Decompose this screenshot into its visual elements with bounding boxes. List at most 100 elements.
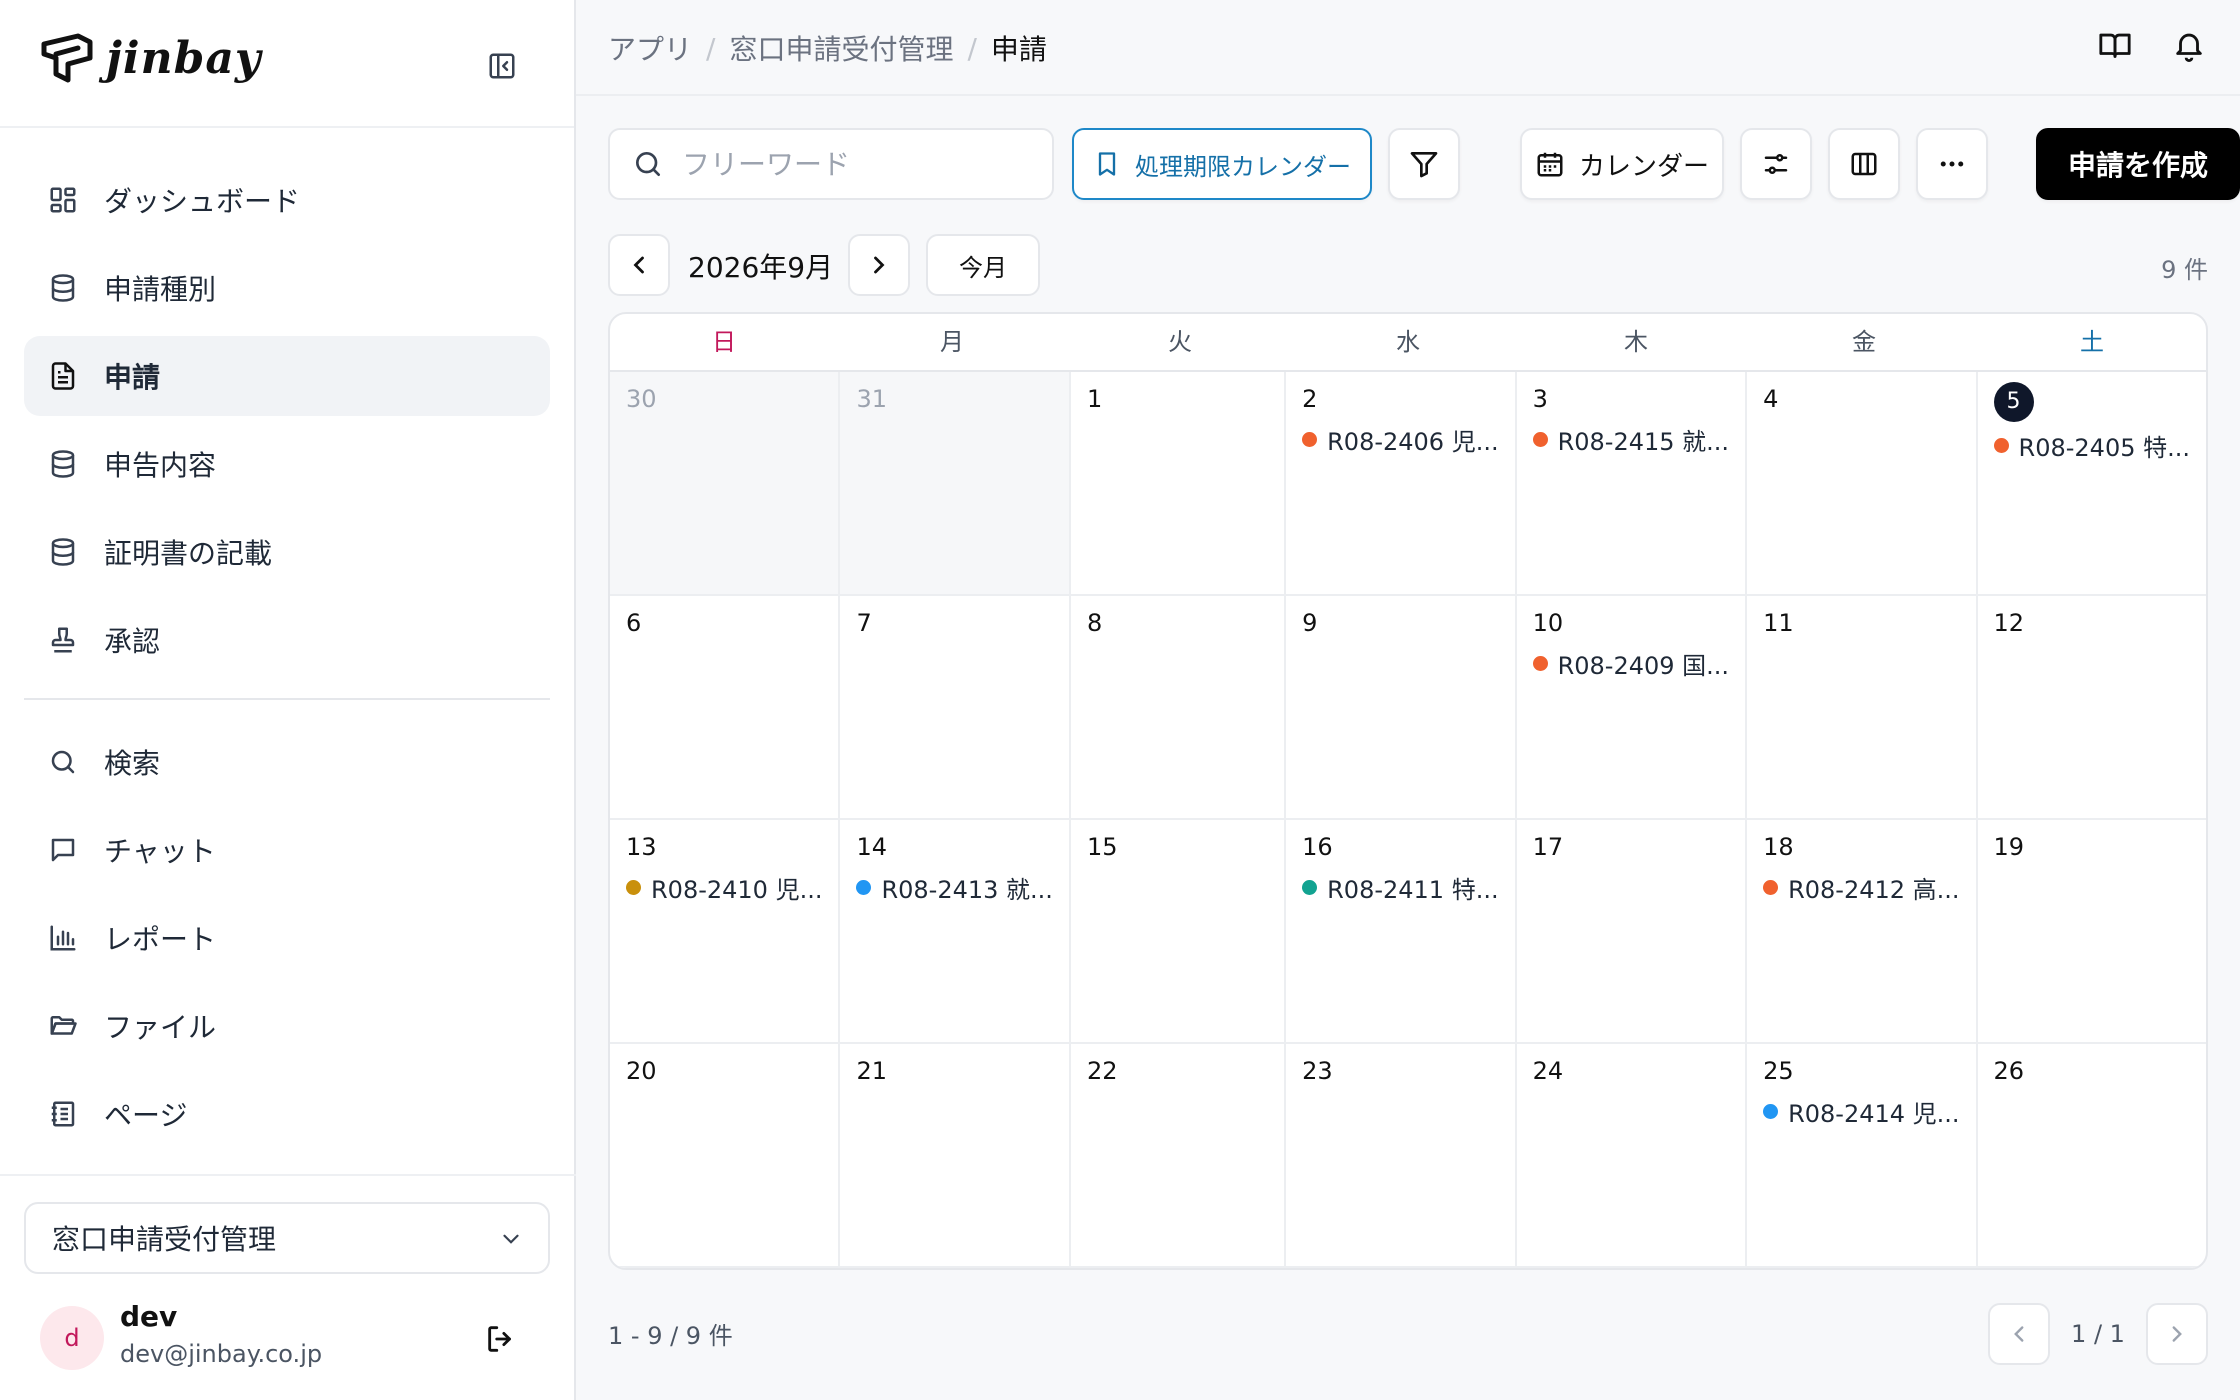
next-month-button[interactable] <box>848 234 910 296</box>
display-settings-button[interactable] <box>1740 128 1812 200</box>
folder-icon <box>50 1016 77 1035</box>
calendar-icon <box>1537 152 1563 177</box>
calendar-day-cell[interactable]: 6 <box>610 596 841 820</box>
calendar-day-cell[interactable]: 20 <box>610 1044 841 1268</box>
calendar-event[interactable]: R08-2410 児... <box>626 870 822 905</box>
sidebar-item-dashboard[interactable]: ダッシュボード <box>24 160 550 240</box>
workspace-select[interactable]: 窓口申請受付管理 <box>24 1202 550 1274</box>
result-range: 1 - 9 / 9 件 <box>608 1322 733 1350</box>
breadcrumb-separator: / <box>967 31 977 65</box>
bell-icon[interactable] <box>2172 28 2206 62</box>
filter-button[interactable] <box>1388 128 1460 200</box>
calendar-day-cell[interactable]: 8 <box>1070 596 1287 820</box>
calendar-day-cell[interactable]: 17 <box>1516 820 1748 1044</box>
jinbay-logo-icon <box>41 33 93 83</box>
day-number: 19 <box>1993 833 2025 861</box>
calendar-day-cell[interactable]: 18 R08-2412 高... <box>1747 820 1978 1044</box>
more-button[interactable] <box>1916 128 1988 200</box>
view-mode-button[interactable]: カレンダー <box>1520 128 1724 200</box>
prev-month-button[interactable] <box>608 234 670 296</box>
logout-icon[interactable] <box>484 1322 518 1356</box>
book-icon[interactable] <box>2098 28 2132 62</box>
breadcrumb-item-app[interactable]: アプリ <box>608 28 692 68</box>
filter-icon <box>1410 152 1438 178</box>
day-number: 25 <box>1763 1057 1794 1085</box>
calendar-event[interactable]: R08-2406 児... <box>1302 422 1499 457</box>
this-month-button[interactable]: 今月 <box>926 234 1040 296</box>
search-input[interactable] <box>682 147 1042 181</box>
sidebar-item-pages[interactable]: ページ <box>24 1074 550 1154</box>
calendar-event[interactable]: R08-2409 国... <box>1532 646 1729 681</box>
sidebar-item-label: 申請種別 <box>104 273 217 306</box>
prev-page-button[interactable] <box>1988 1303 2050 1365</box>
avatar[interactable]: d <box>40 1306 104 1370</box>
calendar-day-cell[interactable]: 13 R08-2410 児... <box>610 820 841 1044</box>
database-icon <box>51 274 75 302</box>
day-number: 15 <box>1086 833 1118 861</box>
calendar-event[interactable]: R08-2411 特... <box>1302 870 1499 905</box>
calendar-event[interactable]: R08-2412 高... <box>1763 870 1960 905</box>
sidebar-collapse-button[interactable] <box>484 48 520 84</box>
sidebar-item-applications[interactable]: 申請 <box>24 336 550 416</box>
calendar-event[interactable]: R08-2414 児... <box>1763 1094 1960 1129</box>
calendar-day-cell[interactable]: 10 R08-2409 国... <box>1516 596 1748 820</box>
calendar-day-cell[interactable]: 12 <box>1977 596 2206 820</box>
weekday-label: 火 <box>1168 328 1192 356</box>
day-number: 17 <box>1532 833 1564 861</box>
breadcrumb-separator: / <box>706 31 716 65</box>
sidebar-item-label: 承認 <box>104 625 161 658</box>
app-logo[interactable]: jinbay <box>38 30 261 86</box>
calendar-day-cell[interactable]: 14 R08-2413 就... <box>840 820 1071 1044</box>
sidebar-item-application-types[interactable]: 申請種別 <box>24 248 550 328</box>
event-title: R08-2414 児... <box>1788 1100 1960 1128</box>
day-number: 6 <box>626 609 642 637</box>
calendar-day-cell[interactable]: 9 <box>1286 596 1517 820</box>
calendar-day-cell[interactable]: 24 <box>1516 1044 1748 1268</box>
saved-view-button[interactable]: 処理期限カレンダー <box>1072 128 1372 200</box>
sidebar-item-report[interactable]: レポート <box>24 898 550 978</box>
status-dot <box>626 880 641 895</box>
calendar-day-cell[interactable]: 30 <box>610 372 841 596</box>
sidebar-item-label: ファイル <box>104 1011 217 1044</box>
sidebar-item-label: 検索 <box>104 747 161 780</box>
calendar-day-cell[interactable]: 16 R08-2411 特... <box>1286 820 1517 1044</box>
columns-button[interactable] <box>1828 128 1900 200</box>
calendar-day-cell[interactable]: 4 <box>1747 372 1978 596</box>
calendar-day-cell[interactable]: 23 <box>1286 1044 1517 1268</box>
breadcrumb-item-workspace[interactable]: 窓口申請受付管理 <box>729 28 953 68</box>
sidebar-item-chat[interactable]: チャット <box>24 810 550 890</box>
calendar-day-cell[interactable]: 22 <box>1070 1044 1287 1268</box>
calendar-day-cell[interactable]: 25 R08-2414 児... <box>1747 1044 1978 1268</box>
sidebar-item-declarations[interactable]: 申告内容 <box>24 424 550 504</box>
chevron-right-icon <box>874 256 885 274</box>
calendar-day-cell[interactable]: 11 <box>1747 596 1978 820</box>
day-number: 20 <box>626 1057 657 1085</box>
calendar-day-cell[interactable]: 31 <box>840 372 1071 596</box>
calendar-day-cell[interactable]: 5 R08-2405 特... <box>1977 372 2206 596</box>
sidebar-item-files[interactable]: ファイル <box>24 986 550 1066</box>
calendar-event[interactable]: R08-2413 就... <box>856 870 1053 905</box>
calendar-day-cell[interactable]: 21 <box>840 1044 1071 1268</box>
month-navigation: 2026年9月 今月 9 件 <box>608 234 2208 296</box>
calendar-day-cell[interactable]: 15 <box>1070 820 1287 1044</box>
sidebar-item-certificates[interactable]: 証明書の記載 <box>24 512 550 592</box>
calendar-event[interactable]: R08-2405 特... <box>1993 428 2190 463</box>
calendar-day-cell[interactable]: 1 <box>1070 372 1287 596</box>
calendar-day-cell[interactable]: 3 R08-2415 就... <box>1516 372 1748 596</box>
day-number: 9 <box>1302 609 1318 637</box>
notebook-icon <box>51 1101 75 1127</box>
calendar-day-cell[interactable]: 19 <box>1977 820 2206 1044</box>
sidebar-item-search[interactable]: 検索 <box>24 722 550 802</box>
create-application-button[interactable]: 申請を作成 <box>2036 128 2240 200</box>
workspace-name: 窓口申請受付管理 <box>52 1223 277 1256</box>
weekday-header: 日月火水木金土 <box>610 314 2206 372</box>
day-number: 2 <box>1302 385 1318 413</box>
dashboard-icon <box>50 187 76 213</box>
sidebar-item-approval[interactable]: 承認 <box>24 600 550 680</box>
calendar-day-cell[interactable]: 26 <box>1977 1044 2206 1268</box>
calendar-day-cell[interactable]: 2 R08-2406 児... <box>1286 372 1517 596</box>
day-number: 3 <box>1532 385 1548 413</box>
calendar-event[interactable]: R08-2415 就... <box>1532 422 1729 457</box>
next-page-button[interactable] <box>2146 1303 2208 1365</box>
calendar-day-cell[interactable]: 7 <box>840 596 1071 820</box>
